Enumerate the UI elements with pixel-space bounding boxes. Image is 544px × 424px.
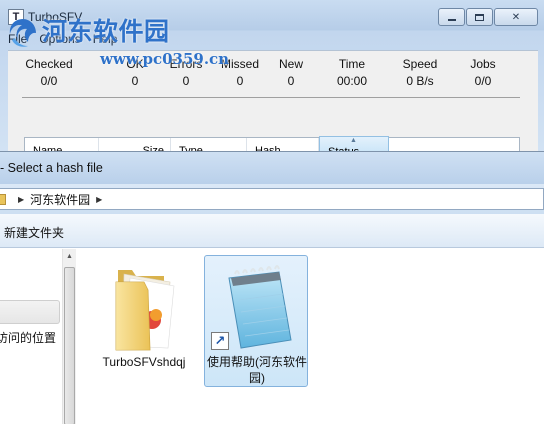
- navigation-pane: 访问的位置: [0, 249, 62, 424]
- stat-value: 0: [131, 74, 139, 88]
- close-button[interactable]: ✕: [494, 8, 538, 26]
- stats-divider: [22, 97, 520, 98]
- stat-value: 00:00: [336, 74, 368, 88]
- menu-options[interactable]: Options: [39, 32, 80, 48]
- shortcut-arrow-icon: ↗: [211, 332, 229, 350]
- select-hash-file-dialog: - Select a hash file ▶ 河东软件园 ▶ 新建文件夹 访问的…: [0, 151, 544, 424]
- folder-icon: [115, 270, 175, 351]
- nav-item-recent-places[interactable]: 访问的位置: [0, 329, 56, 346]
- stat-ok: OK 0: [120, 57, 150, 88]
- stat-missed: Missed 0: [218, 57, 262, 88]
- maximize-button[interactable]: [466, 8, 493, 26]
- file-item-folder[interactable]: TurboSFVshdqj: [91, 255, 195, 387]
- stat-new: New 0: [276, 57, 306, 88]
- stats-panel: Checked 0/0 OK 0 Errors 0 Missed 0 New 0…: [22, 57, 522, 95]
- file-list: TurboSFVshdqj ↗ 使用帮助(河东软件园): [77, 249, 544, 424]
- stat-time: Time 00:00: [330, 57, 374, 88]
- scroll-up-icon[interactable]: ▲: [66, 253, 73, 260]
- dialog-titlebar[interactable]: - Select a hash file: [0, 152, 544, 184]
- stat-value: 0: [236, 74, 244, 88]
- stat-value: 0/0: [474, 74, 492, 88]
- window-controls: ✕: [437, 8, 538, 26]
- stat-jobs: Jobs 0/0: [466, 57, 500, 88]
- stat-value: 0: [287, 74, 295, 88]
- stat-label: Speed: [402, 57, 438, 71]
- new-folder-button[interactable]: 新建文件夹: [4, 224, 64, 241]
- file-item-shortcut[interactable]: ↗ 使用帮助(河东软件园): [204, 255, 308, 387]
- address-bar: ▶ 河东软件园 ▶: [0, 184, 544, 214]
- command-bar: 新建文件夹: [0, 214, 544, 248]
- maximize-icon: [475, 13, 484, 21]
- turbosfv-window: T TurboSFV ✕ File Options Help Checked 0…: [0, 0, 544, 161]
- dialog-title: - Select a hash file: [0, 161, 103, 175]
- stat-value: 0: [182, 74, 190, 88]
- nav-scrollbar[interactable]: ▲: [62, 249, 76, 424]
- stat-value: 0 B/s: [406, 74, 434, 88]
- turbosfv-app-icon: T: [8, 9, 24, 25]
- nav-item-selected[interactable]: [0, 300, 60, 324]
- stat-label: Jobs: [470, 57, 496, 71]
- stat-speed: Speed 0 B/s: [398, 57, 442, 88]
- minimize-button[interactable]: [438, 8, 465, 26]
- turbosfv-menubar: File Options Help: [8, 32, 117, 48]
- stat-label: OK: [126, 57, 144, 71]
- turbosfv-titlebar[interactable]: T TurboSFV ✕: [0, 0, 544, 34]
- stat-errors: Errors 0: [166, 57, 206, 88]
- notepad-icon: [228, 265, 292, 349]
- stat-label: New: [278, 57, 303, 71]
- folder-icon: [0, 193, 6, 205]
- close-icon: ✕: [511, 11, 521, 23]
- breadcrumb[interactable]: ▶ 河东软件园 ▶: [0, 188, 544, 210]
- turbosfv-window-title: TurboSFV: [28, 10, 83, 24]
- breadcrumb-item[interactable]: 河东软件园: [30, 191, 90, 208]
- turbosfv-client-area: Checked 0/0 OK 0 Errors 0 Missed 0 New 0…: [8, 50, 538, 161]
- menu-help[interactable]: Help: [93, 32, 118, 48]
- file-name: TurboSFVshdqj: [102, 355, 186, 369]
- scrollbar-thumb[interactable]: [64, 267, 75, 424]
- minimize-icon: [447, 18, 456, 21]
- stat-label: Checked: [25, 57, 73, 71]
- stat-label: Missed: [220, 57, 259, 71]
- file-name: 使用帮助(河东软件园): [207, 355, 307, 385]
- stat-label: Errors: [169, 57, 203, 71]
- chevron-right-icon[interactable]: ▶: [96, 195, 102, 204]
- stat-checked: Checked 0/0: [22, 57, 76, 88]
- sort-ascending-icon: ▲: [350, 137, 357, 144]
- stat-label: Time: [338, 57, 366, 71]
- menu-file[interactable]: File: [8, 32, 27, 48]
- stat-value: 0/0: [40, 74, 58, 88]
- chevron-right-icon[interactable]: ▶: [18, 195, 24, 204]
